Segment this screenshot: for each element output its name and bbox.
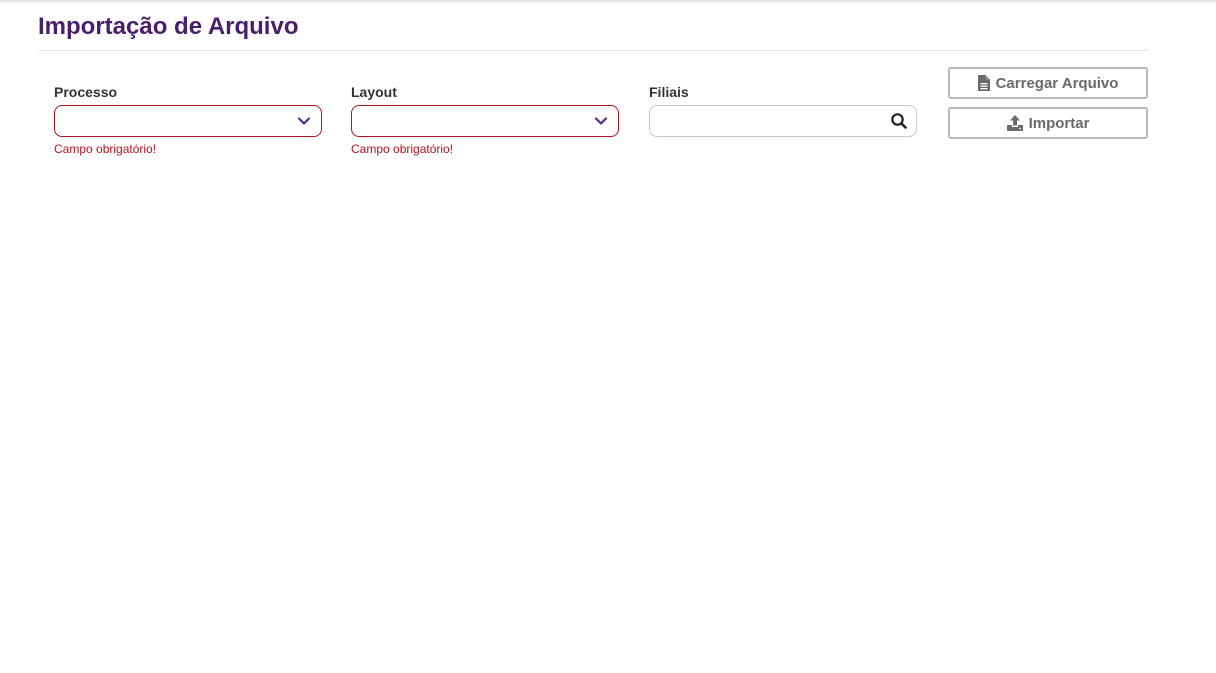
carregar-arquivo-button[interactable]: Carregar Arquivo: [948, 67, 1148, 99]
top-shadow: [0, 0, 1216, 4]
search-icon[interactable]: [890, 112, 908, 130]
importar-button[interactable]: Importar: [948, 107, 1148, 139]
page-title: Importação de Arquivo: [38, 13, 299, 40]
chevron-down-icon: [297, 117, 311, 125]
filiais-field: Filiais: [649, 82, 917, 137]
layout-field: Layout Campo obrigatório!: [351, 82, 619, 156]
chevron-down-icon: [594, 117, 608, 125]
filiais-label: Filiais: [649, 84, 689, 100]
processo-label: Processo: [54, 84, 118, 100]
upload-icon: [1006, 115, 1023, 131]
layout-select[interactable]: [351, 105, 619, 137]
importar-label: Importar: [1028, 114, 1090, 132]
filiais-search-input[interactable]: [658, 111, 882, 133]
title-divider: [38, 50, 1148, 51]
layout-error: Campo obrigatório!: [351, 142, 454, 156]
processo-field: Processo Campo obrigatório!: [54, 82, 322, 156]
processo-select[interactable]: [54, 105, 322, 137]
file-icon: [977, 75, 990, 91]
layout-label: Layout: [351, 84, 397, 100]
processo-error: Campo obrigatório!: [54, 142, 157, 156]
carregar-arquivo-label: Carregar Arquivo: [995, 74, 1119, 92]
filiais-search: [649, 105, 917, 137]
